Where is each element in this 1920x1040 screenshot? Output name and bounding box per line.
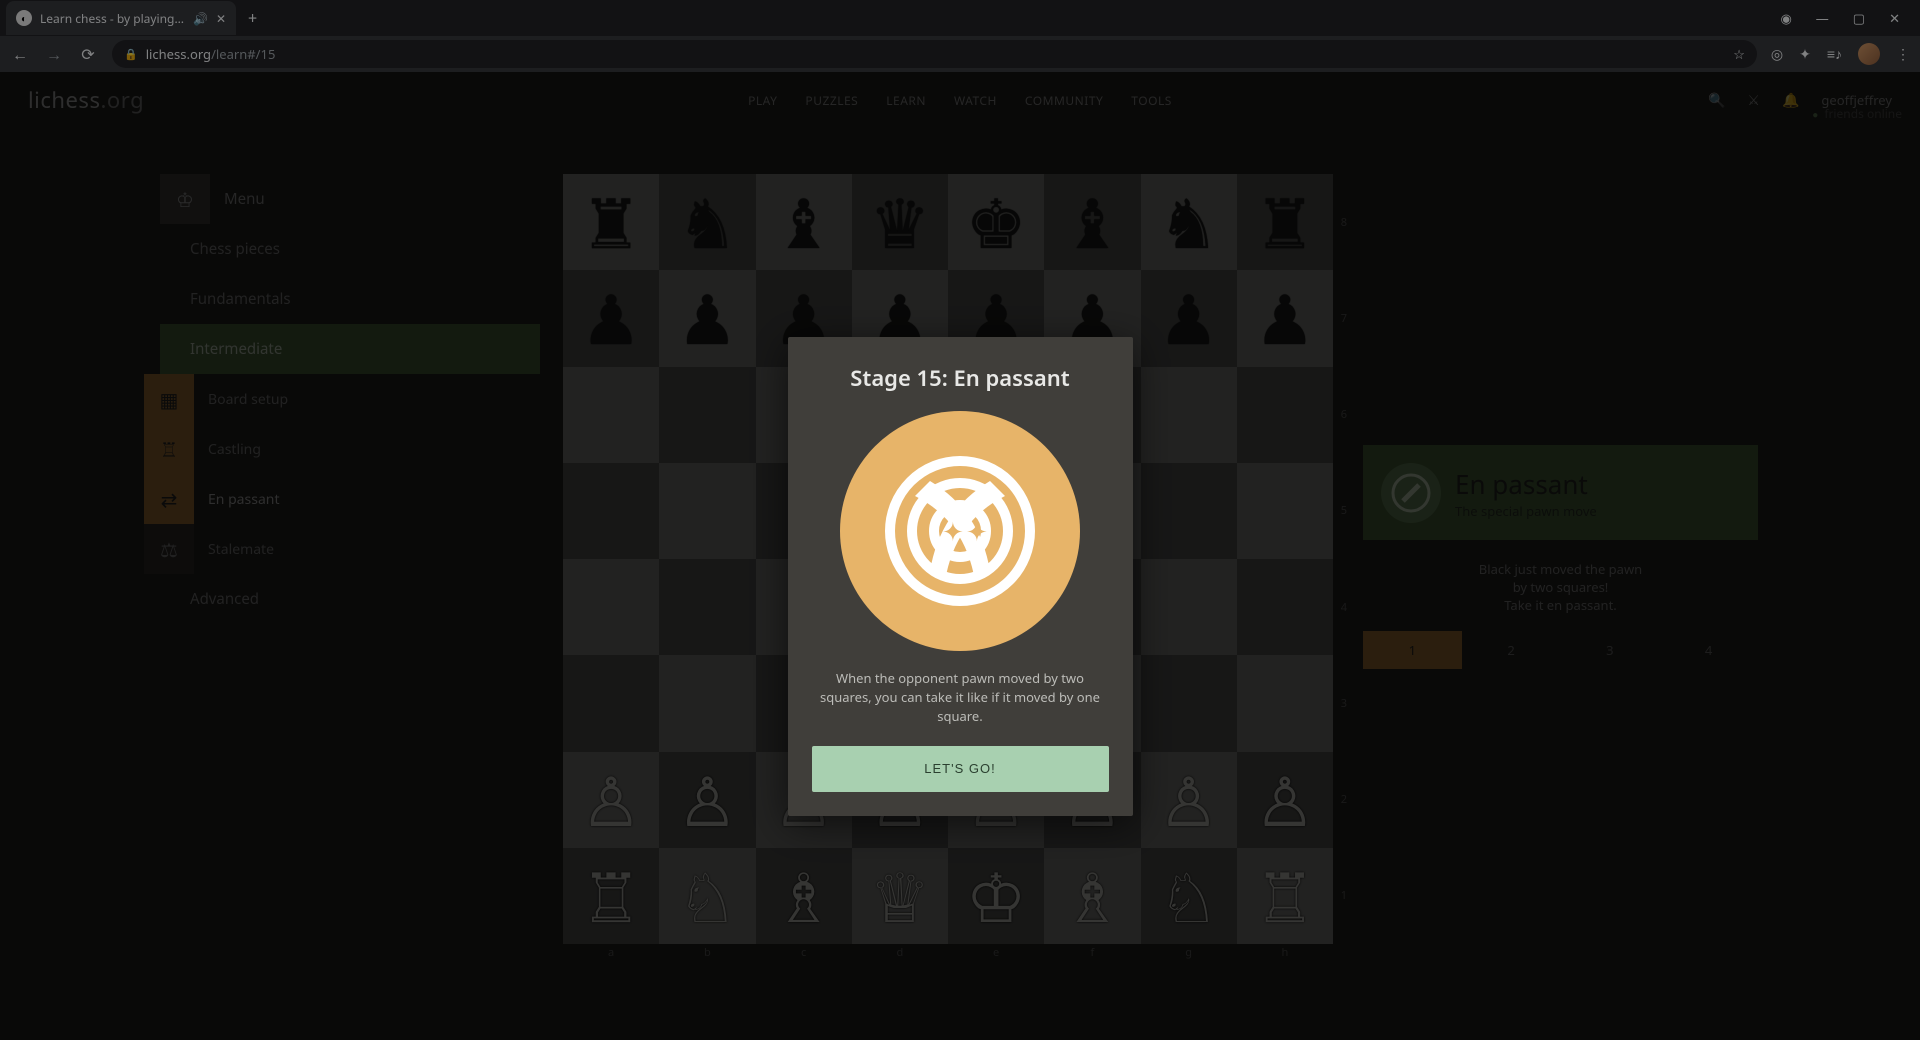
tab-bar: ◐ Learn chess - by playing! • lic 🔊 ✕ + … (0, 0, 1920, 36)
address-bar: ← → ⟳ 🔒 lichess.org/learn#/15 ☆ ◎ ✦ ≡♪ ⋮ (0, 36, 1920, 72)
reading-list-icon[interactable]: ≡♪ (1827, 45, 1842, 64)
lock-icon: 🔒 (124, 47, 138, 62)
reload-button[interactable]: ⟳ (78, 43, 98, 65)
svg-text:✦: ✦ (966, 513, 988, 549)
stage-modal: Stage 15: En passant ✦ ✦ When the oppone… (788, 337, 1133, 816)
url-input[interactable]: 🔒 lichess.org/learn#/15 ☆ (112, 40, 1757, 68)
modal-description: When the opponent pawn moved by two squa… (812, 669, 1109, 726)
url-text: lichess.org/learn#/15 (146, 45, 276, 63)
window-controls: ◉ — ▢ ✕ (1780, 9, 1920, 27)
star-icon[interactable]: ☆ (1733, 45, 1745, 63)
lets-go-button[interactable]: LET'S GO! (812, 746, 1109, 792)
tab-title: Learn chess - by playing! • lic (40, 10, 185, 27)
en-passant-icon: ✦ ✦ (840, 411, 1080, 651)
account-icon[interactable]: ◉ (1780, 9, 1791, 27)
extension-icons: ◎ ✦ ≡♪ ⋮ (1771, 43, 1910, 65)
kebab-menu-icon[interactable]: ⋮ (1896, 45, 1910, 64)
modal-overlay[interactable]: Stage 15: En passant ✦ ✦ When the oppone… (0, 72, 1920, 1040)
new-tab-button[interactable]: + (248, 7, 257, 29)
svg-text:✦: ✦ (942, 513, 964, 549)
browser-tab[interactable]: ◐ Learn chess - by playing! • lic 🔊 ✕ (6, 1, 236, 35)
minimize-icon[interactable]: — (1816, 9, 1829, 27)
audio-icon[interactable]: 🔊 (193, 10, 208, 27)
favicon-icon: ◐ (16, 10, 32, 26)
browser-chrome: ◐ Learn chess - by playing! • lic 🔊 ✕ + … (0, 0, 1920, 72)
extensions-icon[interactable]: ✦ (1799, 45, 1811, 64)
back-button[interactable]: ← (10, 43, 30, 65)
extension-1-icon[interactable]: ◎ (1771, 45, 1783, 64)
modal-title: Stage 15: En passant (812, 363, 1109, 393)
page: lichess.org PLAY PUZZLES LEARN WATCH COM… (0, 72, 1920, 1040)
close-tab-icon[interactable]: ✕ (216, 10, 226, 27)
maximize-icon[interactable]: ▢ (1853, 9, 1865, 27)
close-window-icon[interactable]: ✕ (1889, 9, 1900, 27)
forward-button[interactable]: → (44, 43, 64, 65)
profile-avatar[interactable] (1858, 43, 1880, 65)
